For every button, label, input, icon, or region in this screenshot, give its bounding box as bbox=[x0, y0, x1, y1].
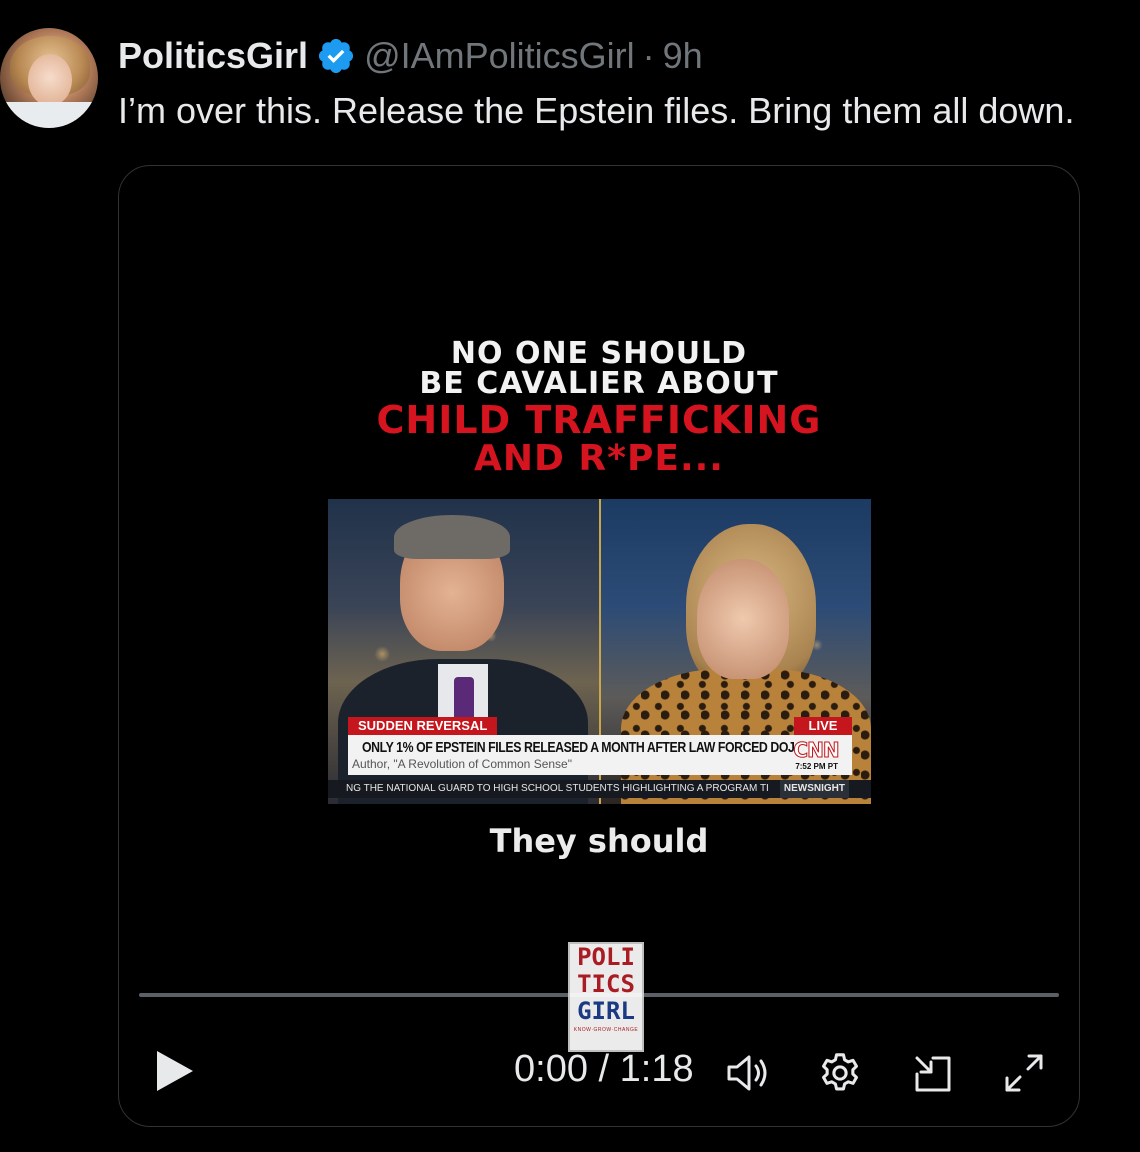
man-tie bbox=[454, 677, 474, 722]
time-display: 0:00 / 1:18 bbox=[514, 1048, 694, 1091]
live-tag: LIVE bbox=[794, 717, 852, 735]
player-controls: 0:00 / 1:18 bbox=[119, 1026, 1079, 1116]
cnn-logo: CNN bbox=[793, 738, 840, 762]
time-separator: / bbox=[587, 1048, 620, 1090]
video-caption: They should bbox=[489, 822, 709, 860]
ticker-text: NG THE NATIONAL GUARD TO HIGH SCHOOL STU… bbox=[346, 783, 769, 794]
overlay-line-3: CHILD TRAFFICKING bbox=[376, 398, 822, 442]
timestamp[interactable]: 9h bbox=[663, 34, 703, 78]
separator-dot: · bbox=[642, 35, 655, 76]
watermark-line-2: TICS bbox=[577, 970, 635, 998]
gear-icon[interactable] bbox=[817, 1050, 863, 1096]
headline-box: ONLY 1% OF EPSTEIN FILES RELEASED A MONT… bbox=[348, 735, 852, 775]
tweet-text: I’m over this. Release the Epstein files… bbox=[118, 90, 1075, 131]
overlay-line-4: AND R*PE... bbox=[474, 438, 724, 479]
fullscreen-icon[interactable] bbox=[1001, 1050, 1047, 1096]
topic-tag: SUDDEN REVERSAL bbox=[348, 717, 498, 735]
man-hair bbox=[394, 515, 510, 559]
chyron-headline: ONLY 1% OF EPSTEIN FILES RELEASED A MONT… bbox=[362, 739, 795, 756]
avatar[interactable] bbox=[0, 28, 98, 128]
display-name[interactable]: PoliticsGirl bbox=[118, 34, 308, 78]
volume-icon[interactable] bbox=[725, 1050, 771, 1096]
avatar-shirt bbox=[0, 102, 98, 128]
chyron-subhead: Author, "A Revolution of Common Sense" bbox=[352, 757, 572, 771]
woman-head bbox=[697, 559, 789, 679]
cnn-time: 7:52 PM PT bbox=[795, 762, 838, 771]
verified-badge-icon[interactable] bbox=[316, 36, 356, 76]
avatar-face bbox=[28, 54, 72, 106]
video-player[interactable]: NO ONE SHOULD BE CAVALIER ABOUT CHILD TR… bbox=[118, 165, 1080, 1127]
duration: 1:18 bbox=[619, 1048, 694, 1090]
tweet: PoliticsGirl @IAmPoliticsGirl · 9h I’m o… bbox=[0, 0, 1140, 1152]
news-clip: SUDDEN REVERSAL LIVE ONLY 1% OF EPSTEIN … bbox=[328, 499, 871, 804]
watermark-line-1: POLI bbox=[577, 943, 635, 971]
current-time: 0:00 bbox=[514, 1048, 588, 1090]
play-icon[interactable] bbox=[155, 1051, 195, 1091]
show-name: NEWSNIGHT bbox=[779, 780, 849, 798]
handle[interactable]: @IAmPoliticsGirl bbox=[364, 34, 635, 78]
news-ticker: NG THE NATIONAL GUARD TO HIGH SCHOOL STU… bbox=[328, 780, 871, 798]
tweet-header: PoliticsGirl @IAmPoliticsGirl · 9h bbox=[118, 34, 703, 78]
watermark-line-3: GIRL bbox=[577, 997, 635, 1025]
picture-in-picture-icon[interactable] bbox=[909, 1050, 955, 1096]
overlay-line-2: BE CAVALIER ABOUT bbox=[419, 366, 779, 401]
